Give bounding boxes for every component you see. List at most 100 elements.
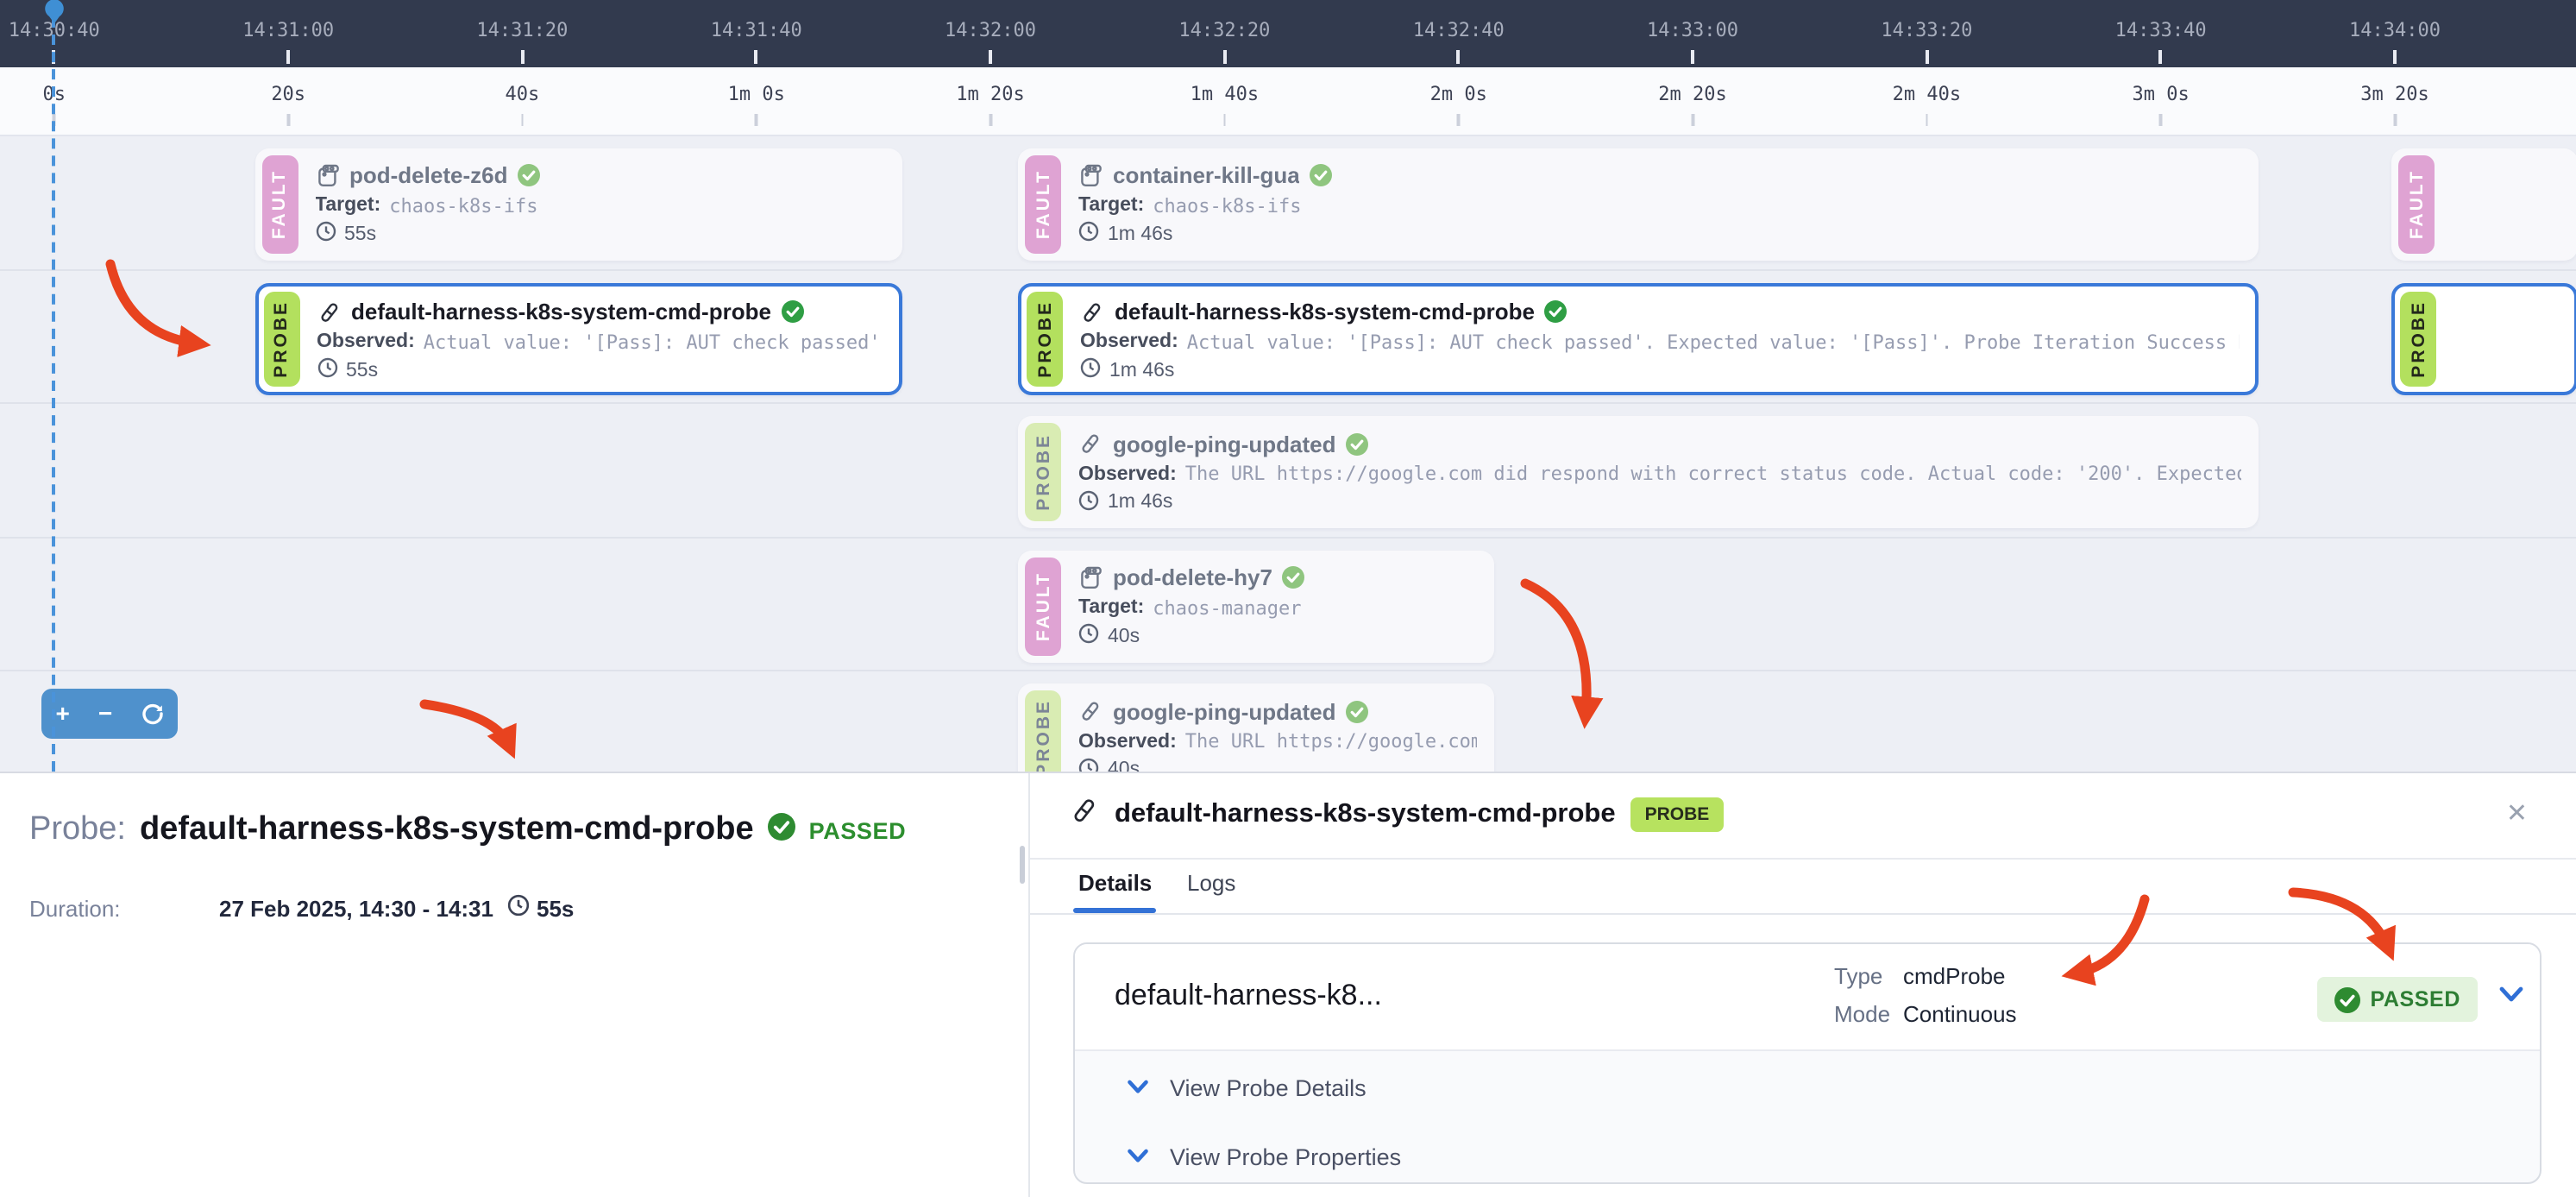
tab-details[interactable]: Details xyxy=(1078,870,1152,896)
row-divider xyxy=(0,269,2576,271)
timebar-tick xyxy=(286,50,290,64)
bottom-area: Probe: default-harness-k8s-system-cmd-pr… xyxy=(0,773,2576,1197)
probe-badge: PROBE xyxy=(1025,423,1061,521)
clock-icon xyxy=(1078,489,1099,515)
card-title: default-harness-k8s-system-cmd-probe xyxy=(1115,299,1535,324)
fault-badge: FAULT xyxy=(2398,154,2435,253)
tab-logs[interactable]: Logs xyxy=(1187,870,1235,896)
view-probe-details-row[interactable]: View Probe Details xyxy=(1075,1070,2540,1105)
target-value: chaos-k8s-ifs xyxy=(1153,194,1301,217)
timeline-bottom-divider xyxy=(0,772,2576,773)
card-title: pod-delete-z6d xyxy=(349,162,507,188)
observed-value: The URL https://google.com… xyxy=(1185,730,1477,753)
timebar-time: 14:31:20 xyxy=(476,19,568,41)
type-label: Type xyxy=(1834,963,1903,989)
check-icon xyxy=(782,300,804,323)
probe-card-cmd-probe-1[interactable]: PROBE default-harness-k8s-system-cmd-pro… xyxy=(254,282,902,394)
ruler-label: 3m 20s xyxy=(2360,83,2429,105)
check-icon xyxy=(768,812,795,848)
chaos-timeline-screen: 14:30:4014:31:0014:31:2014:31:4014:32:00… xyxy=(0,0,2576,1197)
ruler-label: 2m 0s xyxy=(1430,83,1487,105)
observed-value: Actual value: '[Pass]: AUT check passed'… xyxy=(424,331,883,353)
probe-card-truncated[interactable]: PROBE xyxy=(2391,282,2576,394)
status-badge: PASSED xyxy=(2316,977,2478,1022)
timebar-time: 14:32:00 xyxy=(945,19,1036,41)
mode-value: Continuous xyxy=(1903,1001,2017,1027)
ruler-label: 1m 20s xyxy=(956,83,1025,105)
probe-card-google-ping-2[interactable]: PROBE google-ping-updated Observed:The U… xyxy=(1018,684,1494,772)
ruler-label: 40s xyxy=(506,83,540,105)
timebar-time: 14:32:20 xyxy=(1178,19,1270,41)
zoom-out-button[interactable]: − xyxy=(98,702,112,726)
check-icon xyxy=(2334,986,2359,1012)
playhead-marker[interactable] xyxy=(44,0,66,24)
ruler-label: 2m 40s xyxy=(1893,83,1962,105)
probe-badge: PROBE xyxy=(1025,690,1061,772)
playhead-line[interactable] xyxy=(53,17,56,772)
timeline-zoom-controls: + − xyxy=(41,689,178,738)
duration-time: 55s xyxy=(537,895,574,921)
clock-icon xyxy=(317,357,337,383)
pod-icon xyxy=(315,163,339,187)
test-tube-icon xyxy=(1070,796,1099,834)
timebar-tick xyxy=(989,50,992,64)
probe-badge: PROBE xyxy=(1027,291,1063,386)
probe-name: default-harness-k8s-system-cmd-probe xyxy=(140,811,754,849)
card-title: google-ping-updated xyxy=(1113,431,1336,457)
probe-card-cmd-probe-2[interactable]: PROBE default-harness-k8s-system-cmd-pro… xyxy=(1018,282,2259,394)
ruler-tick xyxy=(755,114,757,126)
zoom-in-button[interactable]: + xyxy=(56,702,70,726)
close-icon[interactable]: ✕ xyxy=(2506,797,2528,828)
target-label: Target: xyxy=(315,195,380,216)
card-duration: 1m 46s xyxy=(1108,492,1172,513)
test-tube-icon xyxy=(1080,299,1104,324)
target-value: chaos-manager xyxy=(1153,596,1301,619)
detail-title: default-harness-k8s-system-cmd-probe xyxy=(1115,799,1616,830)
card-duration: 40s xyxy=(1108,626,1140,646)
clock-icon xyxy=(507,894,530,922)
timebar-tick xyxy=(1222,50,1226,64)
fault-card-pod-delete-hy7[interactable]: FAULT pod-delete-hy7 Target:chaos-manage… xyxy=(1018,550,1494,662)
view-probe-properties-row[interactable]: View Probe Properties xyxy=(1075,1139,2540,1174)
card-duration: 1m 46s xyxy=(1109,360,1174,381)
ruler-tick xyxy=(1457,114,1460,126)
probe-badge: PROBE xyxy=(263,291,299,386)
test-tube-icon xyxy=(1078,699,1103,723)
observed-label: Observed: xyxy=(317,331,415,352)
clock-icon xyxy=(1078,221,1099,247)
timebar-tick xyxy=(520,50,524,64)
timebar-time: 14:32:40 xyxy=(1413,19,1505,41)
fault-badge: FAULT xyxy=(1025,557,1061,655)
probe-badge: PROBE xyxy=(2400,291,2436,386)
timebar-time: 14:33:40 xyxy=(2115,19,2207,41)
ruler-tick xyxy=(2159,114,2162,126)
probe-detail-card: default-harness-k8... TypecmdProbe ModeC… xyxy=(1073,942,2541,1184)
timeline-canvas[interactable]: FAULT pod-delete-z6d Target: chaos-k8s-if… xyxy=(0,135,2576,772)
reset-zoom-button[interactable] xyxy=(141,702,163,725)
probe-card-google-ping-1[interactable]: PROBE google-ping-updated Observed:The U… xyxy=(1018,416,2259,528)
mode-label: Mode xyxy=(1834,1001,1903,1027)
pod-icon xyxy=(1078,565,1103,589)
fault-card-pod-delete-z6d[interactable]: FAULT pod-delete-z6d Target:chaos-k8s-if… xyxy=(254,148,902,260)
check-icon xyxy=(1347,700,1369,722)
ruler-label: 2m 20s xyxy=(1658,83,1727,105)
pod-icon xyxy=(1078,163,1103,187)
chevron-down-icon[interactable] xyxy=(2498,986,2524,1005)
clock-icon xyxy=(1080,357,1101,383)
target-label: Target: xyxy=(1078,195,1144,216)
probe-label: Probe: xyxy=(29,811,126,849)
clock-icon xyxy=(315,221,336,247)
probe-summary-panel: Probe: default-harness-k8s-system-cmd-pr… xyxy=(0,773,1030,1197)
row-divider xyxy=(0,402,2576,404)
observed-value: The URL https://google.com did respond w… xyxy=(1185,463,2241,485)
timebar-tick xyxy=(1925,50,1928,64)
check-icon xyxy=(1347,432,1369,455)
fault-card-container-kill-gua[interactable]: FAULT container-kill-gua Target:chaos-k8… xyxy=(1018,148,2259,260)
row-divider xyxy=(0,537,2576,539)
ruler-tick xyxy=(2394,114,2397,126)
timebar-tick xyxy=(755,50,758,64)
fault-card-truncated[interactable]: FAULT xyxy=(2391,148,2576,260)
scrollbar-thumb[interactable] xyxy=(1019,846,1025,884)
chevron-down-icon xyxy=(1127,1148,1149,1165)
ruler-label: 1m 0s xyxy=(728,83,785,105)
